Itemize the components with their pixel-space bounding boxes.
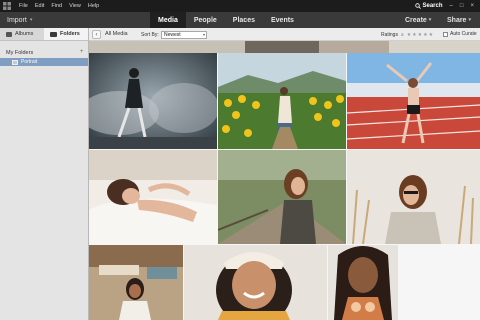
view-tabs: Media People Places Events: [150, 12, 302, 28]
media-grid: [89, 41, 480, 320]
photo-thumbnail[interactable]: [89, 150, 217, 244]
sort-label: Sort By:: [141, 31, 159, 38]
ratings-operator[interactable]: ≥: [401, 32, 404, 38]
auto-curate-label: Auto Curate: [450, 31, 477, 37]
import-label: Import: [7, 16, 27, 24]
import-button[interactable]: Import ▾: [7, 12, 32, 28]
photo-woman-sunglasses: [347, 150, 480, 244]
minimize-icon[interactable]: –: [450, 3, 453, 9]
content-toolbar: ‹ All Media Sort By: Newest ▾ Ratings ≥ …: [89, 28, 480, 41]
breadcrumb: All Media: [105, 31, 128, 37]
tab-places[interactable]: Places: [225, 12, 263, 28]
sidebar-tabs: Albums Folders: [0, 28, 88, 41]
share-label: Share: [447, 16, 467, 24]
photo-thumbnail[interactable]: [347, 150, 480, 244]
sidebar-item-label: Portrait: [21, 59, 38, 65]
albums-icon: [6, 31, 12, 37]
photo-thumbnail[interactable]: [184, 245, 327, 320]
tab-media[interactable]: Media: [150, 12, 186, 28]
tab-events[interactable]: Events: [263, 12, 302, 28]
ratings-label: Ratings: [381, 31, 398, 38]
tab-folders-label: Folders: [60, 31, 80, 37]
add-folder-icon[interactable]: +: [80, 49, 84, 55]
checkbox[interactable]: [443, 31, 448, 37]
back-button[interactable]: ‹: [92, 30, 101, 39]
photo-woman-kitchen: [89, 245, 183, 320]
ratings-stars[interactable]: ★★★★★: [407, 32, 434, 38]
chevron-down-icon: ▾: [428, 17, 432, 23]
photo-thumbnail[interactable]: [328, 245, 398, 320]
menu-help[interactable]: Help: [88, 3, 99, 9]
menu-file[interactable]: File: [19, 3, 28, 9]
photo-thumbnail[interactable]: [89, 53, 217, 149]
maximize-icon[interactable]: □: [460, 3, 464, 9]
menu-edit[interactable]: Edit: [35, 3, 44, 9]
photo-thumbnail[interactable]: [347, 53, 480, 149]
section-title: My Folders: [6, 50, 34, 56]
app-logo-icon: [3, 2, 11, 10]
chevron-down-icon: ▾: [29, 17, 33, 23]
folder-icon: [50, 31, 57, 37]
photo-thumbnail[interactable]: [218, 150, 346, 244]
photo-sunflower-field: [218, 53, 346, 149]
photo-woman-smiling-hat: [184, 245, 327, 320]
sidebar-item-portrait[interactable]: Portrait: [0, 58, 88, 66]
tab-albums-label: Albums: [15, 31, 34, 37]
create-label: Create: [405, 16, 427, 24]
top-bar: Import ▾ Media People Places Events Crea…: [0, 12, 480, 28]
chevron-down-icon: ▾: [468, 17, 471, 23]
photo-thumbnail[interactable]: [89, 245, 183, 320]
photo-running-track: [347, 53, 480, 149]
photo-woman-bed: [89, 150, 217, 244]
tab-albums[interactable]: Albums: [0, 28, 44, 40]
search-label: Search: [422, 3, 443, 9]
sort-value: Newest: [164, 31, 181, 38]
tab-folders[interactable]: Folders: [44, 28, 88, 40]
ratings-filter: Ratings ≥ ★★★★★: [381, 32, 434, 38]
menu-bar: File Edit Find View Help Search – □ ×: [0, 0, 480, 12]
photo-thumbnail[interactable]: [218, 53, 346, 149]
tab-people[interactable]: People: [186, 12, 225, 28]
sort-select[interactable]: Newest ▾: [161, 30, 207, 39]
folder-thumbnail-icon: [12, 59, 18, 65]
photo-row-partial: [89, 41, 480, 53]
close-icon[interactable]: ×: [470, 3, 474, 9]
chevron-down-icon: ▾: [202, 31, 205, 37]
chevron-left-icon: ‹: [95, 31, 98, 38]
grid-empty-space: [399, 245, 480, 320]
menu-find[interactable]: Find: [51, 3, 62, 9]
menu-view[interactable]: View: [69, 3, 81, 9]
photo-woman-boardwalk: [218, 150, 346, 244]
photo-woman-braids: [328, 245, 398, 320]
share-button[interactable]: Share ▾: [447, 12, 471, 28]
search-icon: [414, 3, 421, 9]
photo-smoke-dancer: [89, 53, 217, 149]
search-button[interactable]: Search: [414, 3, 443, 9]
sidebar: Albums Folders My Folders + Portrait: [0, 28, 89, 320]
auto-curate-toggle[interactable]: Auto Curate: [443, 31, 477, 37]
create-button[interactable]: Create ▾: [405, 12, 431, 28]
app-window: File Edit Find View Help Search – □ × Im…: [0, 0, 480, 320]
